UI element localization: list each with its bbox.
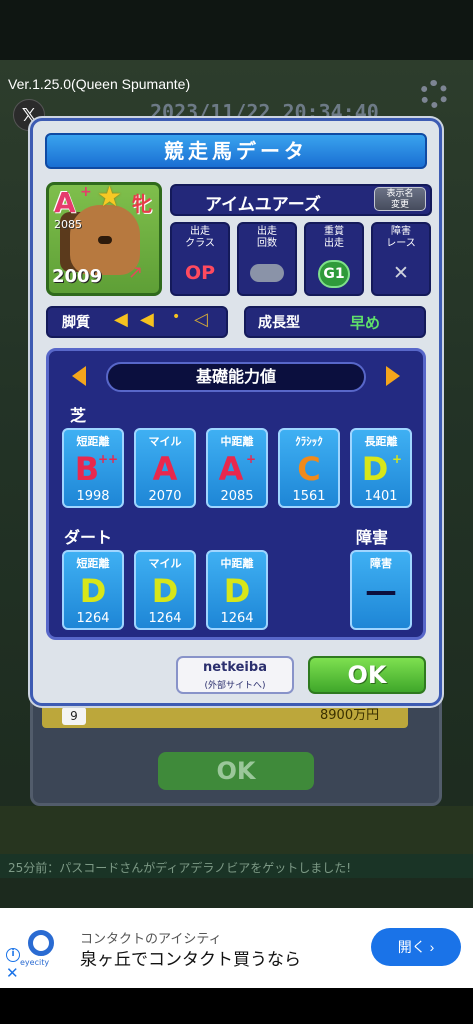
card-value: 1998 [76,489,110,504]
netkeiba-label: netkeiba [203,660,267,675]
status-area [0,0,473,60]
running-style-label: 脚質 [62,315,90,331]
stat-graded-label: 重賞 出走 [324,226,344,249]
card-title: 短距離 [76,557,110,570]
card-grade: D [79,572,107,610]
trend-up-icon: ↗ [128,262,144,283]
card-grade: — [365,572,397,610]
card-value: 1264 [76,611,110,626]
ok-button[interactable]: OK [308,656,426,694]
card-grade-mod: + [392,452,403,466]
horseshoe-icon [250,264,284,282]
close-x-icon: ✕ [393,262,409,284]
prev-page-icon[interactable] [72,366,86,386]
card-grade: C [297,450,321,488]
gender-badge: 牝 [132,192,152,216]
background-menu-bar [0,806,473,854]
news-ticker: 25分前：パスコードさんがディアデラノビアをゲットしました! [0,854,473,878]
eyecity-logo-icon [28,930,54,956]
card-title: ｸﾗｼｯｸ [295,435,323,448]
birth-year: 2009 [52,266,103,287]
turf-label: 芝 [70,406,87,425]
card-value: 1561 [292,489,326,504]
card-grade-mod: ++ [98,452,119,466]
card-title: 中距離 [220,557,254,570]
stat-graded-value: G1 [323,266,345,282]
aptitude-title: 基礎能力値 [106,362,366,392]
card-value: 1264 [148,611,182,626]
card-grade-mod: + [246,452,257,466]
card-value: 2085 [220,489,254,504]
card-grade: D [151,572,179,610]
overall-rank-mod: + [80,184,92,200]
background-ok-button: OK [158,752,314,790]
background-row-prize: 8900万円 [320,708,380,723]
card-value: 1264 [220,611,254,626]
left-arrow-outline-icon: ◁ [194,309,208,330]
left-arrow-icon-2: ◀ [140,309,154,330]
close-icon[interactable]: ✕ [6,964,19,982]
card-title: 中距離 [220,435,254,448]
info-icon[interactable]: i [6,948,20,962]
card-grade: A [152,450,178,488]
growth-type-value: 早め [350,314,381,332]
dirt-label: ダート [64,528,113,547]
dot-icon: • [172,309,181,325]
ad-headline: 泉ヶ丘でコンタクト買うなら [80,950,301,969]
background-row-number: 9 [62,707,86,725]
rename-button[interactable]: 表示名 変更 [374,187,426,211]
portrait-rating: 2085 [54,218,82,231]
version-label: Ver.1.25.0(Queen Spumante) [8,76,191,92]
ad-open-label: 開く [397,939,426,955]
star-icon: ★ [97,180,123,213]
ad-open-button[interactable]: 開く › [371,928,461,966]
bottom-gutter [0,988,473,1024]
next-page-icon[interactable] [386,366,400,386]
stat-runs-label: 出走 回数 [257,226,277,249]
horse-eye [98,236,112,244]
horse-name: アイムユアーズ [205,195,321,215]
growth-type-label: 成長型 [258,315,300,331]
stat-jump-label: 障害 レース [386,226,416,249]
netkeiba-sublabel: (外部サイトへ) [204,681,266,691]
card-title: 障害 [370,557,392,570]
chevron-right-icon: › [429,939,435,955]
gear-icon[interactable] [420,80,448,108]
stat-class-label: 出走 クラス [185,226,215,249]
card-title: 長距離 [364,435,398,448]
card-value: 2070 [148,489,182,504]
overall-rank: A [54,186,76,219]
rename-label: 表示名 変更 [386,189,414,210]
dialog-title: 競走馬データ [45,133,427,169]
stat-class-value: OP [184,262,216,284]
ad-brand: eyecity [20,958,50,967]
card-grade: D [223,572,251,610]
card-value: 1401 [364,489,398,504]
left-arrow-icon: ◀ [114,309,128,330]
card-title: マイル [148,557,182,570]
card-title: マイル [148,435,182,448]
jump-label: 障害 [356,528,389,547]
card-title: 短距離 [76,435,110,448]
